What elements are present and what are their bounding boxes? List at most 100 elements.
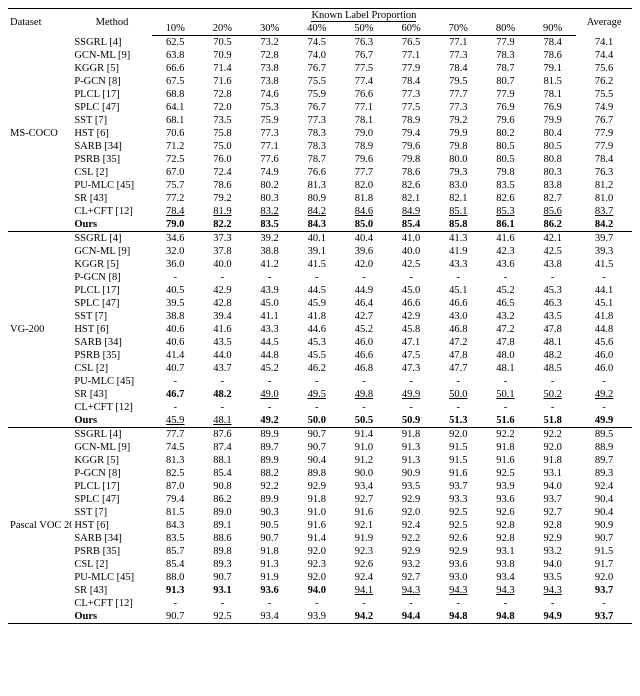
value-cell: 82.5 xyxy=(152,467,199,480)
value-cell: 78.3 xyxy=(293,127,340,140)
table-row: SARB [34]83.588.690.791.491.992.292.692.… xyxy=(8,532,632,545)
value-cell: 77.3 xyxy=(435,101,482,114)
table-row: PSRB [35]85.789.891.892.092.392.992.993.… xyxy=(8,545,632,558)
value-cell: 48.1 xyxy=(199,414,246,428)
method-cell: HST [6] xyxy=(72,323,151,336)
method-cell: SARB [34] xyxy=(72,140,151,153)
method-cell: SR [43] xyxy=(72,192,151,205)
table-row: Ours79.082.283.584.385.085.485.886.186.2… xyxy=(8,218,632,232)
value-cell: 32.0 xyxy=(152,245,199,258)
value-cell: 71.6 xyxy=(199,75,246,88)
value-cell: 91.4 xyxy=(293,532,340,545)
value-cell: 78.3 xyxy=(293,140,340,153)
value-cell: 76.6 xyxy=(340,88,387,101)
value-cell: 42.9 xyxy=(388,310,435,323)
avg-cell: 81.0 xyxy=(576,192,632,205)
value-cell: 46.8 xyxy=(435,323,482,336)
value-cell: 93.1 xyxy=(482,545,529,558)
hdr-average: Average xyxy=(576,9,632,36)
value-cell: 39.2 xyxy=(246,232,293,246)
value-cell: 92.6 xyxy=(340,558,387,571)
value-cell: 90.9 xyxy=(388,467,435,480)
table-row: PU-MLC [45]75.778.680.281.382.082.683.08… xyxy=(8,179,632,192)
value-cell: 74.9 xyxy=(246,166,293,179)
value-cell: 86.2 xyxy=(529,218,576,232)
value-cell: 93.8 xyxy=(482,558,529,571)
value-cell: 78.1 xyxy=(340,114,387,127)
value-cell: - xyxy=(340,271,387,284)
value-cell: 72.8 xyxy=(199,88,246,101)
value-cell: - xyxy=(482,597,529,610)
value-cell: 88.6 xyxy=(199,532,246,545)
value-cell: 75.0 xyxy=(199,140,246,153)
value-cell: 87.4 xyxy=(199,441,246,454)
value-cell: - xyxy=(529,401,576,414)
avg-cell: 76.7 xyxy=(576,114,632,127)
table-row: KGGR [5]66.671.473.876.777.577.978.478.7… xyxy=(8,62,632,75)
value-cell: 92.0 xyxy=(293,571,340,584)
value-cell: 81.5 xyxy=(529,75,576,88)
value-cell: 83.5 xyxy=(482,179,529,192)
value-cell: 92.3 xyxy=(340,545,387,558)
avg-cell: 49.9 xyxy=(576,414,632,428)
table-row: SPLC [47]79.486.289.991.892.792.993.393.… xyxy=(8,493,632,506)
avg-cell: 93.7 xyxy=(576,584,632,597)
value-cell: 43.0 xyxy=(435,310,482,323)
value-cell: 84.3 xyxy=(152,519,199,532)
value-cell: 89.8 xyxy=(293,467,340,480)
method-cell: GCN-ML [9] xyxy=(72,245,151,258)
value-cell: 93.1 xyxy=(199,584,246,597)
value-cell: 43.5 xyxy=(199,336,246,349)
value-cell: 93.2 xyxy=(529,545,576,558)
value-cell: 45.9 xyxy=(293,297,340,310)
table-row: MS-COCOSSGRL [4]62.570.573.274.576.376.5… xyxy=(8,36,632,50)
value-cell: 74.5 xyxy=(152,441,199,454)
value-cell: 91.8 xyxy=(529,454,576,467)
value-cell: 42.3 xyxy=(482,245,529,258)
value-cell: 79.8 xyxy=(435,140,482,153)
method-cell: HST [6] xyxy=(72,519,151,532)
value-cell: 94.3 xyxy=(529,584,576,597)
avg-cell: 75.6 xyxy=(576,62,632,75)
avg-cell: 93.7 xyxy=(576,610,632,624)
avg-cell: 83.7 xyxy=(576,205,632,218)
hdr-prop: 80% xyxy=(482,22,529,36)
dataset-cell: Pascal VOC 2007 xyxy=(8,428,72,624)
hdr-prop: 10% xyxy=(152,22,199,36)
value-cell: - xyxy=(340,375,387,388)
method-cell: SPLC [47] xyxy=(72,297,151,310)
value-cell: - xyxy=(152,271,199,284)
value-cell: 85.1 xyxy=(435,205,482,218)
method-cell: SST [7] xyxy=(72,114,151,127)
value-cell: 87.0 xyxy=(152,480,199,493)
value-cell: 41.3 xyxy=(435,232,482,246)
value-cell: 76.7 xyxy=(293,62,340,75)
value-cell: 45.5 xyxy=(293,349,340,362)
value-cell: 78.4 xyxy=(529,36,576,50)
value-cell: 84.6 xyxy=(340,205,387,218)
value-cell: 76.9 xyxy=(482,101,529,114)
value-cell: 91.8 xyxy=(246,545,293,558)
avg-cell: 44.8 xyxy=(576,323,632,336)
value-cell: 85.7 xyxy=(152,545,199,558)
value-cell: 45.3 xyxy=(529,284,576,297)
value-cell: 76.9 xyxy=(529,101,576,114)
value-cell: 91.3 xyxy=(152,584,199,597)
value-cell: 93.7 xyxy=(435,480,482,493)
value-cell: 80.2 xyxy=(482,127,529,140)
value-cell: 46.6 xyxy=(340,349,387,362)
avg-cell: 90.4 xyxy=(576,506,632,519)
value-cell: 85.4 xyxy=(388,218,435,232)
value-cell: - xyxy=(246,375,293,388)
value-cell: 42.0 xyxy=(340,258,387,271)
value-cell: 40.5 xyxy=(152,284,199,297)
value-cell: 70.6 xyxy=(152,127,199,140)
value-cell: 77.3 xyxy=(293,114,340,127)
value-cell: 89.9 xyxy=(246,428,293,442)
value-cell: 91.9 xyxy=(340,532,387,545)
value-cell: 81.9 xyxy=(199,205,246,218)
avg-cell: - xyxy=(576,271,632,284)
value-cell: 85.0 xyxy=(340,218,387,232)
value-cell: - xyxy=(152,375,199,388)
method-cell: SSGRL [4] xyxy=(72,36,151,50)
